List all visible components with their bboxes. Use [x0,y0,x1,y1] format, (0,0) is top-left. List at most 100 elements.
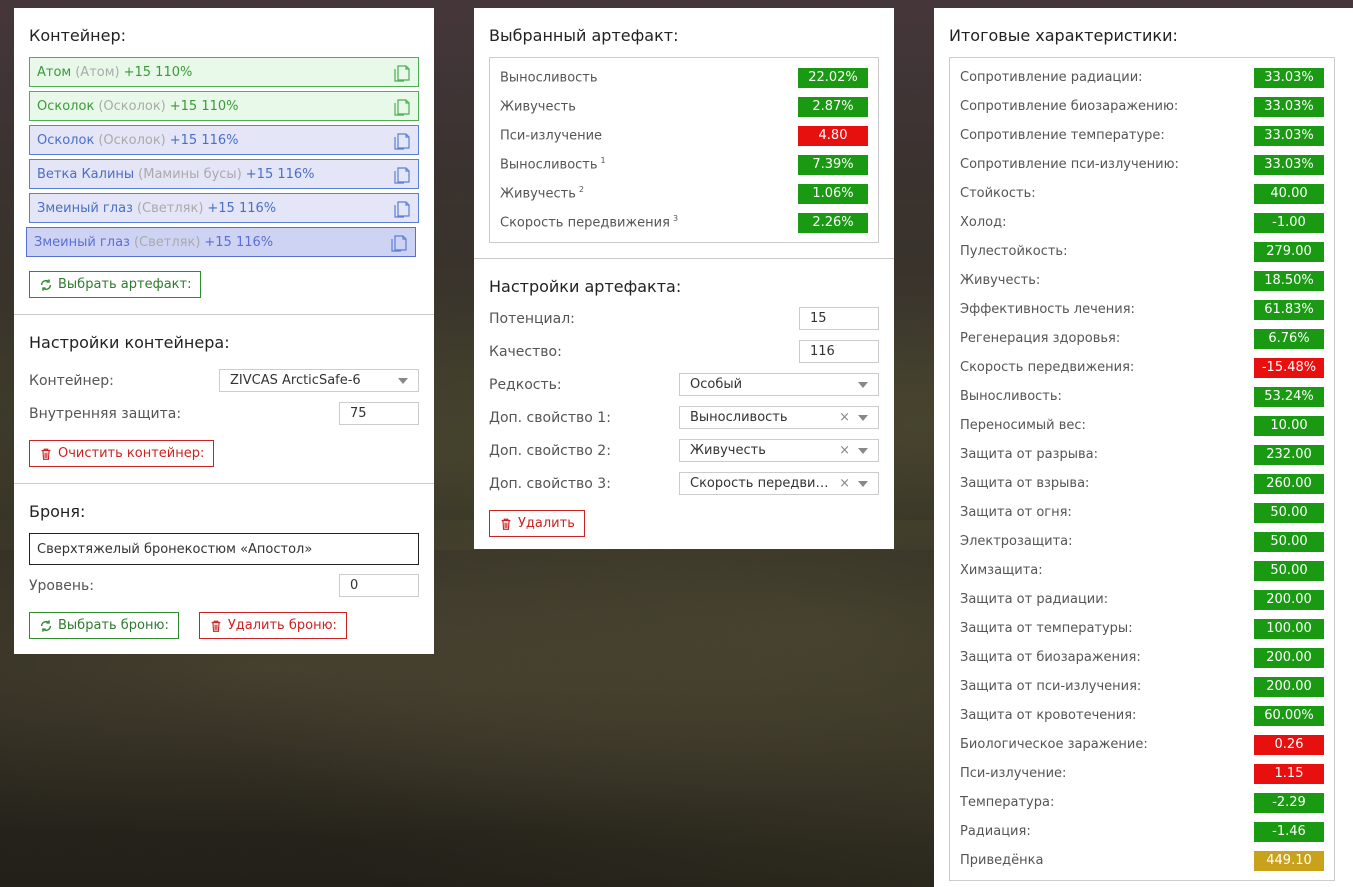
clear-icon[interactable]: × [839,410,850,425]
copy-icon[interactable] [393,97,411,117]
total-stat-value: 100.00 [1254,618,1324,639]
total-stat-value: 53.24% [1254,386,1324,407]
total-stat-label: Электрозащита: [960,534,1073,549]
total-stat-row: Защита от радиации: 200.00 [960,585,1324,614]
total-stat-row: Пси-излучение: 1.15 [960,759,1324,788]
container-select[interactable]: ZIVCAS ArcticSafe-6 [219,369,419,392]
total-stat-label: Холод: [960,215,1007,230]
artifact-stat-value: 22.02% [798,67,868,88]
artifact-stat-sup: 2 [578,185,584,195]
artifact-list-item[interactable]: Змеиный глаз (Светляк) +15 116% [29,193,419,223]
potential-row: Потенциал: 15 [489,302,879,335]
copy-icon[interactable] [393,63,411,83]
total-stat-label: Температура: [960,795,1055,810]
potential-label: Потенциал: [489,310,575,327]
trash-icon [41,448,51,460]
delete-armor-button[interactable]: Удалить броню: [198,612,347,639]
clear-container-button[interactable]: Очистить контейнер: [29,440,215,467]
quality-row: Качество: 116 [489,335,879,368]
artifact-stats: +15 110% [123,64,193,80]
total-stat-label: Защита от огня: [960,505,1072,520]
rarity-select[interactable]: Особый [679,373,879,396]
total-stat-row: Стойкость: 40.00 [960,179,1324,208]
artifact-stat-label-wrap: Выносливость 1 [500,156,606,172]
delete-artifact-button[interactable]: Удалить [489,510,585,537]
clear-icon[interactable]: × [839,443,850,458]
armor-input[interactable]: Сверхтяжелый бронекостюм «Апостол» [29,533,419,565]
select-armor-button[interactable]: Выбрать броню: [29,612,179,639]
total-stat-value: -15.48% [1254,357,1324,378]
total-stat-row: Сопротивление радиации: 33.03% [960,63,1324,92]
artifact-stats-box: Выносливость 22.02% Живучесть 2.87% Пси-излу… [489,57,879,243]
rarity-row: Редкость: Особый [489,368,879,401]
total-stat-row: Скорость передвижения: -15.48% [960,353,1324,382]
artifact-stat-label-wrap: Выносливость [500,69,601,86]
total-stat-row: Эффективность лечения: 61.83% [960,295,1324,324]
total-stat-label: Сопротивление биозаражению: [960,99,1179,114]
artifact-list-item[interactable]: Осколок (Осколок) +15 116% [29,125,419,155]
armor-level-label: Уровень: [29,577,94,594]
armor-title: Броня: [29,502,86,521]
total-stat-row: Холод: -1.00 [960,208,1324,237]
inner-protection-input[interactable]: 75 [339,402,419,425]
totals-title: Итоговые характеристики: [949,26,1178,45]
artifact-stat-label: Живучесть [500,99,576,115]
armor-level-row: Уровень: 0 [29,569,419,602]
extra2-select-value: Живучесть [690,443,766,458]
extra3-label: Доп. свойство 3: [489,475,611,492]
artifact-list-item[interactable]: Осколок (Осколок) +15 110% [29,91,419,121]
clear-container-label: Очистить контейнер: [58,446,205,461]
total-stat-value: 6.76% [1254,328,1324,349]
extra1-select[interactable]: Выносливость × [679,406,879,429]
total-stat-value: 50.00 [1254,502,1324,523]
armor-section: Броня: Сверхтяжелый бронекостюм «Апостол… [14,483,434,653]
extra2-select[interactable]: Живучесть × [679,439,879,462]
extra3-select[interactable]: Скорость передвижения × [679,472,879,495]
container-select-value: ZIVCAS ArcticSafe-6 [230,373,361,388]
artifact-stat-sup: 3 [672,214,679,224]
artifact-stats: +15 116% [207,200,277,216]
total-stat-value: -1.46 [1254,821,1324,842]
artifact-name: Змеиный глаз [37,200,133,216]
artifact-alt-name: (Светляк) [133,234,201,250]
artifact-stat-sup: 1 [600,156,606,166]
total-stat-row: Защита от кровотечения: 60.00% [960,701,1324,730]
total-stat-label: Живучесть: [960,273,1041,288]
chevron-down-icon [858,447,868,454]
artifact-panel: Выбранный артефакт: Выносливость 22.02% Жи… [474,8,894,549]
total-stat-value: -1.00 [1254,212,1324,233]
copy-icon[interactable] [393,165,411,185]
armor-level-input[interactable]: 0 [339,574,419,597]
copy-icon[interactable] [393,199,411,219]
extra1-row: Доп. свойство 1: Выносливость × [489,401,879,434]
potential-input[interactable]: 15 [799,307,879,330]
artifact-stat-label-wrap: Живучесть [500,98,579,115]
artifact-stat-label: Скорость передвижения [500,215,670,231]
extra1-select-value: Выносливость [690,410,788,425]
clear-icon[interactable]: × [839,476,850,491]
inner-protection-row: Внутренняя защита: 75 [29,397,419,430]
total-stat-row: Выносливость: 53.24% [960,382,1324,411]
select-artifact-label: Выбрать артефакт: [58,277,192,292]
copy-icon[interactable] [393,131,411,151]
extra2-label: Доп. свойство 2: [489,442,611,459]
artifact-list-item[interactable]: Змеиный глаз (Светляк) +15 116% [26,227,416,257]
total-stat-label: Стойкость: [960,186,1036,201]
copy-icon[interactable] [390,233,408,253]
total-stat-label: Сопротивление пси-излучению: [960,157,1179,172]
container-panel: Контейнер: Атом (Атом) +15 110% Осколок (Оск… [14,8,434,654]
artifact-list-item[interactable]: Ветка Калины (Мамины бусы) +15 116% [29,159,419,189]
total-stat-value: 200.00 [1254,589,1324,610]
artifact-stat-label: Выносливость [500,70,598,86]
artifact-stat-label-wrap: Живучесть 2 [500,185,584,201]
total-stat-value: 33.03% [1254,67,1324,88]
refresh-icon [40,619,52,632]
chevron-down-icon [858,381,868,388]
total-stat-label: Приведёнка [960,853,1044,868]
select-artifact-button[interactable]: Выбрать артефакт: [29,271,202,298]
total-stat-value: 10.00 [1254,415,1324,436]
total-stat-row: Регенерация здоровья: 6.76% [960,324,1324,353]
quality-input[interactable]: 116 [799,340,879,363]
artifact-settings-title: Настройки артефакта: [489,277,682,296]
artifact-list-item[interactable]: Атом (Атом) +15 110% [29,57,419,87]
